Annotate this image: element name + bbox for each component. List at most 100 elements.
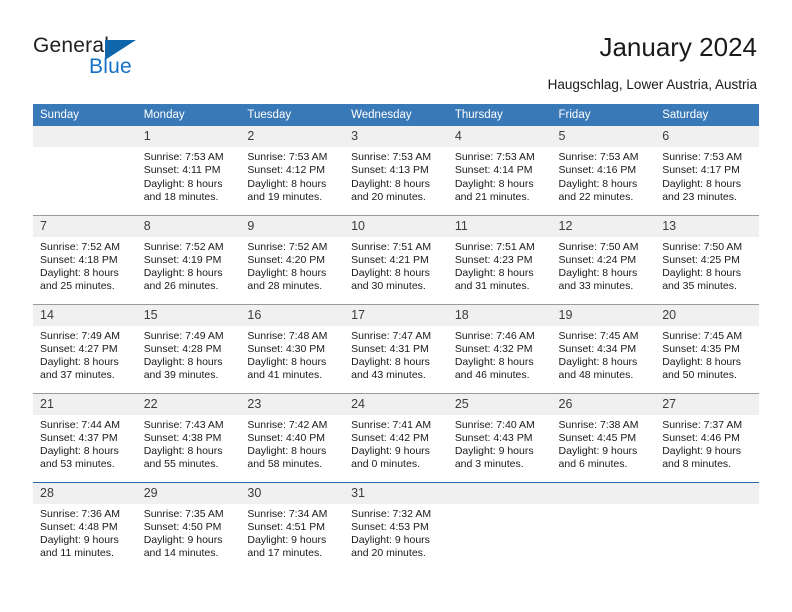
calendar-body: 1 Sunrise: 7:53 AM Sunset: 4:11 PM Daylight… bbox=[33, 126, 759, 571]
day-detail-line: Daylight: 8 hours bbox=[558, 177, 638, 190]
day-number: 2 bbox=[240, 126, 345, 147]
calendar-day-cell[interactable]: 6 Sunrise: 7:53 AM Sunset: 4:17 PM Daylight… bbox=[655, 126, 759, 215]
day-detail-line: Daylight: 8 hours bbox=[454, 267, 534, 280]
calendar-day-cell[interactable]: 3 Sunrise: 7:53 AM Sunset: 4:13 PM Daylight… bbox=[344, 126, 448, 215]
day-detail-line: and 39 minutes. bbox=[143, 369, 219, 382]
day-details: Sunrise: 7:50 AM Sunset: 4:25 PM Daylight:… bbox=[655, 237, 759, 294]
calendar-day-cell[interactable]: 19 Sunrise: 7:45 AM Sunset: 4:34 PM Dayligh… bbox=[551, 303, 656, 393]
day-detail-line: Sunset: 4:53 PM bbox=[351, 520, 429, 533]
day-detail-line: Sunrise: 7:40 AM bbox=[454, 418, 535, 431]
calendar-header-row: Sunday Monday Tuesday Wednesday Thursday Frid… bbox=[33, 104, 759, 126]
day-number: 15 bbox=[136, 304, 241, 326]
day-detail-line: and 33 minutes. bbox=[558, 280, 634, 293]
calendar-day-cell[interactable]: 24 Sunrise: 7:41 AM Sunset: 4:42 PM Dayligh… bbox=[344, 392, 448, 482]
calendar-day-cell[interactable]: 16 Sunrise: 7:48 AM Sunset: 4:30 PM Dayligh… bbox=[240, 303, 345, 393]
day-details: Sunrise: 7:53 AM Sunset: 4:13 PM Daylight:… bbox=[344, 147, 448, 204]
calendar-day-cell[interactable]: 5 Sunrise: 7:53 AM Sunset: 4:16 PM Daylight… bbox=[551, 126, 656, 215]
day-detail-line: Sunrise: 7:50 AM bbox=[558, 240, 639, 253]
day-detail-line: Daylight: 8 hours bbox=[558, 356, 638, 369]
general-blue-logo[interactable]: General Blue bbox=[33, 34, 213, 82]
calendar-table: Sunday Monday Tuesday Wednesday Thursday Frid… bbox=[33, 104, 759, 571]
day-detail-line: Sunrise: 7:37 AM bbox=[662, 418, 743, 431]
calendar-day-cell[interactable]: 22 Sunrise: 7:43 AM Sunset: 4:38 PM Dayligh… bbox=[136, 392, 241, 482]
calendar-page: General Blue January 2024 Haugschlag, Lo… bbox=[0, 0, 792, 612]
day-detail-line: Sunset: 4:48 PM bbox=[40, 520, 118, 533]
day-detail-line: and 17 minutes. bbox=[247, 547, 323, 560]
day-number: 18 bbox=[447, 304, 552, 326]
weekday-header-wednesday: Wednesday bbox=[344, 104, 448, 126]
day-detail-line: Sunset: 4:50 PM bbox=[143, 520, 222, 533]
calendar-day-cell[interactable]: 11 Sunrise: 7:51 AM Sunset: 4:23 PM Dayligh… bbox=[447, 214, 552, 304]
calendar-day-cell[interactable]: 26 Sunrise: 7:38 AM Sunset: 4:45 PM Dayligh… bbox=[551, 392, 656, 482]
day-detail-line: and 8 minutes. bbox=[662, 458, 732, 471]
day-number bbox=[655, 482, 759, 504]
day-detail-line: Sunset: 4:31 PM bbox=[351, 342, 429, 355]
day-detail-line: and 48 minutes. bbox=[558, 369, 634, 382]
calendar-day-cell[interactable]: 1 Sunrise: 7:53 AM Sunset: 4:11 PM Daylight… bbox=[136, 126, 241, 215]
calendar-day-cell[interactable]: 23 Sunrise: 7:42 AM Sunset: 4:40 PM Dayligh… bbox=[240, 392, 345, 482]
day-number: 21 bbox=[33, 393, 137, 415]
page-header: General Blue January 2024 Haugschlag, Lo… bbox=[0, 0, 792, 100]
day-detail-line: Daylight: 8 hours bbox=[351, 267, 430, 280]
calendar-day-cell[interactable]: 29 Sunrise: 7:35 AM Sunset: 4:50 PM Dayligh… bbox=[136, 481, 241, 571]
day-detail-line: and 46 minutes. bbox=[454, 369, 530, 382]
day-detail-line: Sunrise: 7:34 AM bbox=[247, 507, 328, 520]
day-detail-line: Daylight: 9 hours bbox=[40, 534, 119, 547]
calendar-day-cell[interactable]: 7 Sunrise: 7:52 AM Sunset: 4:18 PM Daylight… bbox=[33, 214, 137, 304]
calendar-day-cell[interactable]: 18 Sunrise: 7:46 AM Sunset: 4:32 PM Dayligh… bbox=[447, 303, 552, 393]
day-number: 16 bbox=[240, 304, 345, 326]
day-detail-line: Sunset: 4:42 PM bbox=[351, 431, 429, 444]
day-detail-line: Sunrise: 7:45 AM bbox=[558, 329, 639, 342]
day-detail-line: Sunset: 4:12 PM bbox=[247, 164, 326, 177]
day-detail-line: Sunset: 4:35 PM bbox=[662, 342, 740, 355]
calendar-day-cell[interactable]: 28 Sunrise: 7:36 AM Sunset: 4:48 PM Dayligh… bbox=[33, 481, 137, 571]
day-detail-line: and 28 minutes. bbox=[247, 280, 323, 293]
day-number: 12 bbox=[551, 215, 656, 237]
calendar-day-cell[interactable]: 2 Sunrise: 7:53 AM Sunset: 4:12 PM Daylight… bbox=[240, 126, 345, 215]
day-details: Sunrise: 7:42 AM Sunset: 4:40 PM Daylight:… bbox=[240, 415, 344, 472]
day-details: Sunrise: 7:53 AM Sunset: 4:17 PM Daylight:… bbox=[655, 147, 759, 204]
day-detail-line: and 25 minutes. bbox=[40, 280, 115, 293]
day-details: Sunrise: 7:34 AM Sunset: 4:51 PM Daylight:… bbox=[240, 504, 344, 561]
day-detail-line: and 58 minutes. bbox=[247, 458, 323, 471]
day-details: Sunrise: 7:46 AM Sunset: 4:32 PM Daylight:… bbox=[448, 326, 552, 383]
day-detail-line: Sunset: 4:37 PM bbox=[40, 431, 118, 444]
day-detail-line: Sunrise: 7:53 AM bbox=[454, 151, 535, 163]
calendar-day-cell[interactable]: 17 Sunrise: 7:47 AM Sunset: 4:31 PM Dayligh… bbox=[344, 303, 448, 393]
calendar-day-cell[interactable]: 4 Sunrise: 7:53 AM Sunset: 4:14 PM Daylight… bbox=[447, 126, 552, 215]
day-number: 20 bbox=[655, 304, 759, 326]
day-detail-line: Sunrise: 7:49 AM bbox=[40, 329, 120, 342]
day-detail-line: Sunset: 4:25 PM bbox=[662, 253, 740, 266]
day-details: Sunrise: 7:52 AM Sunset: 4:20 PM Daylight:… bbox=[240, 237, 344, 294]
calendar-day-cell[interactable]: 9 Sunrise: 7:52 AM Sunset: 4:20 PM Daylight… bbox=[240, 214, 345, 304]
day-detail-line: Sunset: 4:45 PM bbox=[558, 431, 637, 444]
day-detail-line: and 19 minutes. bbox=[247, 190, 323, 203]
calendar-day-cell[interactable]: 21 Sunrise: 7:44 AM Sunset: 4:37 PM Dayligh… bbox=[33, 392, 137, 482]
calendar-day-cell[interactable]: 25 Sunrise: 7:40 AM Sunset: 4:43 PM Dayligh… bbox=[447, 392, 552, 482]
calendar-empty-cell bbox=[655, 481, 759, 571]
calendar-day-cell[interactable]: 10 Sunrise: 7:51 AM Sunset: 4:21 PM Dayligh… bbox=[344, 214, 448, 304]
calendar-day-cell[interactable]: 14 Sunrise: 7:49 AM Sunset: 4:27 PM Dayligh… bbox=[33, 303, 137, 393]
day-detail-line: Sunrise: 7:52 AM bbox=[247, 240, 328, 253]
day-detail-line: Sunrise: 7:43 AM bbox=[143, 418, 224, 431]
calendar-day-cell[interactable]: 20 Sunrise: 7:45 AM Sunset: 4:35 PM Dayligh… bbox=[655, 303, 759, 393]
calendar-day-cell[interactable]: 13 Sunrise: 7:50 AM Sunset: 4:25 PM Dayligh… bbox=[655, 214, 759, 304]
day-detail-line: Daylight: 8 hours bbox=[40, 267, 119, 280]
page-subtitle: Haugschlag, Lower Austria, Austria bbox=[547, 77, 757, 92]
day-detail-line: and 20 minutes. bbox=[351, 190, 426, 203]
day-detail-line: Sunrise: 7:38 AM bbox=[558, 418, 639, 431]
calendar-day-cell[interactable]: 31 Sunrise: 7:32 AM Sunset: 4:53 PM Dayligh… bbox=[344, 481, 448, 571]
calendar-day-cell[interactable]: 15 Sunrise: 7:49 AM Sunset: 4:28 PM Dayligh… bbox=[136, 303, 241, 393]
day-number: 7 bbox=[33, 215, 137, 237]
day-detail-line: Sunrise: 7:51 AM bbox=[454, 240, 535, 253]
calendar-day-cell[interactable]: 30 Sunrise: 7:34 AM Sunset: 4:51 PM Dayligh… bbox=[240, 481, 345, 571]
day-detail-line: and 43 minutes. bbox=[351, 369, 426, 382]
day-detail-line: Sunset: 4:32 PM bbox=[454, 342, 533, 355]
weekday-header-row: Sunday Monday Tuesday Wednesday Thursday Frid… bbox=[33, 104, 759, 126]
calendar-day-cell[interactable]: 8 Sunrise: 7:52 AM Sunset: 4:19 PM Daylight… bbox=[136, 214, 241, 304]
day-detail-line: Daylight: 8 hours bbox=[454, 177, 534, 190]
day-number: 14 bbox=[33, 304, 137, 326]
calendar-day-cell[interactable]: 12 Sunrise: 7:50 AM Sunset: 4:24 PM Dayligh… bbox=[551, 214, 656, 304]
calendar-day-cell[interactable]: 27 Sunrise: 7:37 AM Sunset: 4:46 PM Dayligh… bbox=[655, 392, 759, 482]
calendar-week-row: 21 Sunrise: 7:44 AM Sunset: 4:37 PM Dayligh… bbox=[33, 392, 759, 482]
